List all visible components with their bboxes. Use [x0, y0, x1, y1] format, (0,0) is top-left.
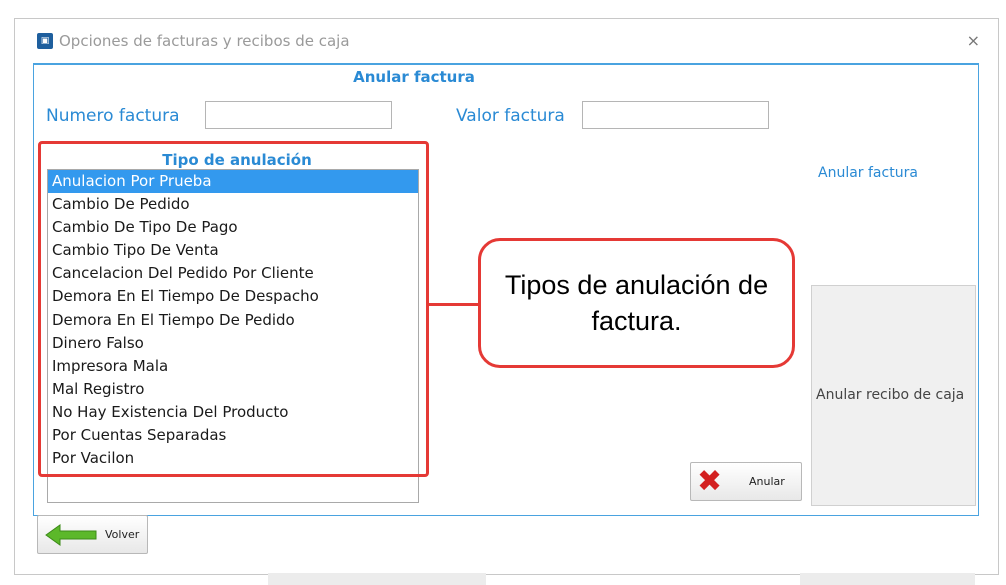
bottom-strip-left [268, 573, 486, 585]
tipo-anulacion-item[interactable]: Dinero Falso [48, 332, 418, 355]
valor-factura-input[interactable] [582, 101, 769, 129]
tipo-anulacion-item[interactable]: Por Vacilon [48, 447, 418, 470]
numero-factura-input[interactable] [205, 101, 392, 129]
red-x-icon: ✖ [697, 464, 723, 499]
bottom-strip-right [800, 573, 975, 585]
window-title: Opciones de facturas y recibos de caja [59, 32, 350, 50]
app-logo-icon: ▣ [37, 33, 53, 49]
callout-text: Tipos de anulación de factura. [504, 269, 769, 336]
tipo-anulacion-item[interactable]: Cambio Tipo De Venta [48, 239, 418, 262]
close-icon[interactable]: × [967, 31, 980, 50]
tipo-anulacion-item[interactable]: Demora En El Tiempo De Pedido [48, 309, 418, 332]
tipo-anulacion-title: Tipo de anulación [162, 151, 312, 169]
anular-button-label: Anular [749, 475, 785, 488]
green-arrow-left-icon [45, 524, 97, 546]
tipo-anulacion-item[interactable]: Impresora Mala [48, 355, 418, 378]
tipo-anulacion-item[interactable]: Por Cuentas Separadas [48, 424, 418, 447]
anular-button[interactable]: ✖ Anular [690, 462, 802, 501]
tipo-anulacion-item[interactable]: Demora En El Tiempo De Despacho [48, 285, 418, 308]
annotation-callout: Tipos de anulación de factura. [478, 238, 795, 368]
anular-recibo-tab[interactable]: Anular recibo de caja [816, 387, 964, 403]
title-bar: ▣ Opciones de facturas y recibos de caja… [15, 19, 998, 61]
tipo-anulacion-item[interactable]: Cancelacion Del Pedido Por Cliente [48, 262, 418, 285]
tipo-anulacion-item[interactable]: No Hay Existencia Del Producto [48, 401, 418, 424]
panel-title: Anular factura [353, 68, 475, 86]
tipo-anulacion-item[interactable]: Cambio De Pedido [48, 193, 418, 216]
volver-button[interactable]: Volver [37, 515, 148, 554]
valor-factura-label: Valor factura [456, 106, 565, 126]
tipo-anulacion-item[interactable]: Mal Registro [48, 378, 418, 401]
annotation-connector [426, 303, 480, 306]
anular-factura-tab[interactable]: Anular factura [818, 165, 918, 181]
tipo-anulacion-item[interactable]: Cambio De Tipo De Pago [48, 216, 418, 239]
tipo-anulacion-item[interactable]: Anulacion Por Prueba [48, 170, 418, 194]
volver-button-label: Volver [105, 528, 140, 541]
numero-factura-label: Numero factura [46, 106, 180, 126]
tipo-anulacion-list[interactable]: Anulacion Por Prueba Cambio De Pedido Camb… [47, 169, 419, 503]
